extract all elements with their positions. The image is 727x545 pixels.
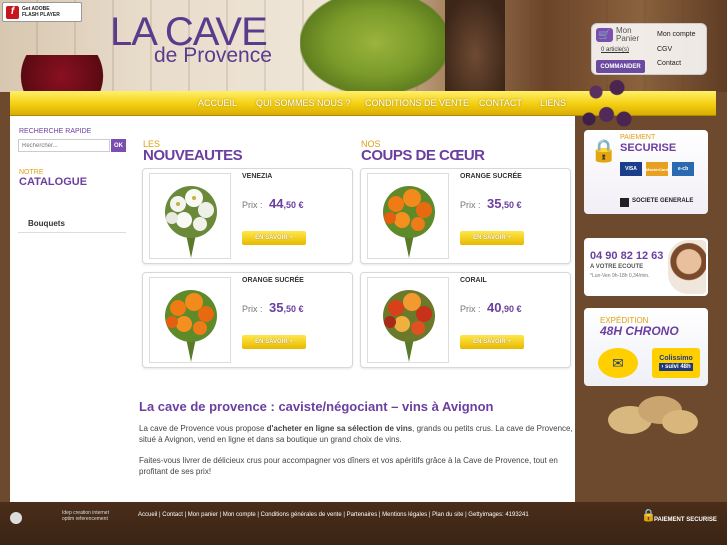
contact-link[interactable]: Contact bbox=[657, 60, 681, 67]
product-image[interactable] bbox=[149, 277, 231, 363]
bank-name: SOCIETE GENERALE bbox=[632, 198, 694, 204]
colissimo-label: Colissimo bbox=[659, 355, 693, 362]
footer-pay-secure: PAIEMENT SECURISE bbox=[654, 517, 717, 523]
payment-box[interactable]: 🔒 PAIEMENT SECURISE VISA MasterCard e-cb… bbox=[584, 130, 708, 214]
cb-icon: e-cb bbox=[672, 162, 694, 176]
nav-contact[interactable]: CONTACT bbox=[479, 98, 522, 108]
cart-icon[interactable]: 🛒 bbox=[596, 28, 613, 42]
en-savoir-plus-button[interactable]: EN SAVOIR + bbox=[242, 335, 306, 349]
catalogue-prefix: NOTRE bbox=[19, 169, 44, 176]
catalogue-title: CATALOGUE bbox=[19, 176, 88, 188]
nav-qui-sommes-nous[interactable]: QUI SOMMES NOUS ? bbox=[256, 98, 351, 108]
main-content: LES NOUVEAUTES NOS COUPS DE CŒUR VENEZIA… bbox=[128, 116, 575, 502]
product-name[interactable]: ORANGE SUCRÉE bbox=[460, 173, 522, 180]
en-savoir-plus-button[interactable]: EN SAVOIR + bbox=[242, 231, 306, 245]
price-cents: ,50 € bbox=[501, 200, 522, 210]
intro-title: La cave de provence : caviste/négociant … bbox=[139, 399, 494, 414]
product-price: 44,50 € bbox=[269, 196, 304, 211]
price-cents: ,50 € bbox=[283, 304, 304, 314]
agency-credit[interactable]: Idep creation internet optim referenceme… bbox=[62, 510, 109, 522]
right-column: 🔒 PAIEMENT SECURISE VISA MasterCard e-cb… bbox=[575, 116, 727, 502]
cart-articles-count[interactable]: 0 article(s) bbox=[601, 47, 629, 53]
price-label: Prix : bbox=[242, 304, 263, 314]
price-label: Prix : bbox=[242, 200, 263, 210]
en-savoir-plus-button[interactable]: EN SAVOIR + bbox=[460, 335, 524, 349]
padlock-icon: 🔒 bbox=[590, 138, 618, 163]
phone-ecoute: A VOTRE ECOUTE bbox=[590, 264, 644, 270]
barrel-image bbox=[445, 0, 505, 92]
cgv-link[interactable]: CGV bbox=[657, 46, 672, 53]
colissimo-logo: Colissimo › suivi 48h bbox=[652, 348, 700, 378]
bouquet-corail-icon bbox=[383, 290, 435, 362]
flash-badge-line2: FLASH PLAYER bbox=[22, 12, 60, 18]
logo-subtitle[interactable]: de Provence bbox=[154, 44, 272, 68]
hotline-agent-image bbox=[668, 240, 706, 294]
shipping-title: 48H CHRONO bbox=[600, 324, 679, 338]
product-price: 40,90 € bbox=[487, 300, 522, 315]
product-name[interactable]: VENEZIA bbox=[242, 173, 272, 180]
product-price: 35,50 € bbox=[269, 300, 304, 315]
product-price: 35,50 € bbox=[487, 196, 522, 211]
visa-icon: VISA bbox=[620, 162, 642, 176]
product-image[interactable] bbox=[367, 173, 449, 259]
nouveautes-title: NOUVEAUTES bbox=[143, 147, 243, 164]
product-name[interactable]: CORAIL bbox=[460, 277, 487, 284]
suivi-label: › suivi 48h bbox=[659, 363, 693, 371]
price-label: Prix : bbox=[460, 200, 481, 210]
search-title: RECHERCHE RAPIDE bbox=[19, 128, 92, 135]
product-card-orange-sucree[interactable]: ORANGE SUCRÉE Prix : 35,50 € EN SAVOIR + bbox=[142, 272, 353, 368]
price-cents: ,50 € bbox=[283, 200, 304, 210]
flash-badge-text: Get ADOBE FLASH PLAYER bbox=[22, 6, 60, 18]
mon-compte-link[interactable]: Mon compte bbox=[657, 31, 696, 38]
phone-number: 04 90 82 12 63 bbox=[590, 250, 664, 262]
bouquet-orange-icon bbox=[383, 186, 435, 258]
product-image[interactable] bbox=[149, 173, 231, 259]
sidebar: RECHERCHE RAPIDE OK NOTRE CATALOGUE Bouq… bbox=[10, 116, 128, 502]
price-main: 35 bbox=[487, 196, 502, 211]
price-main: 44 bbox=[269, 196, 284, 211]
product-card-venezia[interactable]: VENEZIA Prix : 44,50 € EN SAVOIR + bbox=[142, 168, 353, 264]
product-card-orange-sucree[interactable]: ORANGE SUCRÉE Prix : 35,50 € EN SAVOIR + bbox=[360, 168, 571, 264]
grape-leaf-image bbox=[300, 0, 450, 95]
bouquet-orange-icon bbox=[165, 290, 217, 362]
footer-links[interactable]: Accueil | Contact | Mon panier | Mon com… bbox=[138, 512, 529, 518]
nav-conditions-de-vente[interactable]: CONDITIONS DE VENTE bbox=[365, 98, 469, 108]
catalogue-item-bouquets[interactable]: Bouquets bbox=[28, 219, 65, 228]
divider bbox=[18, 232, 126, 233]
product-card-corail[interactable]: CORAIL Prix : 40,90 € EN SAVOIR + bbox=[360, 272, 571, 368]
intro-p1-bold: d'acheter en ligne sa sélection de vins bbox=[266, 424, 413, 433]
mastercard-icon: MasterCard bbox=[646, 162, 668, 176]
price-label: Prix : bbox=[460, 304, 481, 314]
intro-paragraph-2: Faites-vous livrer de délicieux crus pou… bbox=[139, 456, 558, 476]
cart-label[interactable]: Mon Panier bbox=[616, 27, 639, 43]
payment-prefix: PAIEMENT bbox=[620, 134, 656, 141]
footer: Idep creation internet optim referenceme… bbox=[0, 502, 727, 545]
shipping-box[interactable]: EXPÉDITION 48H CHRONO ✉ Colissimo › suiv… bbox=[584, 308, 708, 386]
bouquet-white-icon bbox=[165, 186, 217, 258]
price-main: 35 bbox=[269, 300, 284, 315]
search-input[interactable] bbox=[18, 139, 110, 152]
get-flash-player-badge[interactable]: f Get ADOBE FLASH PLAYER bbox=[2, 2, 82, 22]
agency-logo-icon bbox=[10, 512, 22, 524]
price-cents: ,90 € bbox=[501, 304, 522, 314]
intro-paragraph-1: La cave de Provence vous propose d'achet… bbox=[139, 423, 573, 445]
price-main: 40 bbox=[487, 300, 502, 315]
agency-line2: optim referencement bbox=[62, 516, 108, 522]
search-ok-button[interactable]: OK bbox=[111, 139, 126, 152]
coups-title: COUPS DE CŒUR bbox=[361, 147, 485, 164]
corks-image bbox=[608, 396, 698, 434]
en-savoir-plus-button[interactable]: EN SAVOIR + bbox=[460, 231, 524, 245]
nav-accueil[interactable]: ACCUEIL bbox=[198, 98, 237, 108]
phone-box[interactable]: 04 90 82 12 63 A VOTRE ECOUTE *Lun-Ven 9… bbox=[584, 238, 708, 296]
la-poste-logo: ✉ bbox=[598, 348, 638, 378]
societe-generale-logo bbox=[620, 198, 629, 207]
product-image[interactable] bbox=[367, 277, 449, 363]
intro-p1-before: La cave de Provence vous propose bbox=[139, 424, 267, 433]
phone-hours: *Lun-Ven 9h-18h 0,34/min. bbox=[590, 273, 650, 279]
payment-title: SECURISE bbox=[620, 142, 677, 154]
flash-icon: f bbox=[6, 5, 19, 19]
product-name[interactable]: ORANGE SUCRÉE bbox=[242, 277, 304, 284]
nav-liens[interactable]: LIENS bbox=[540, 98, 566, 108]
